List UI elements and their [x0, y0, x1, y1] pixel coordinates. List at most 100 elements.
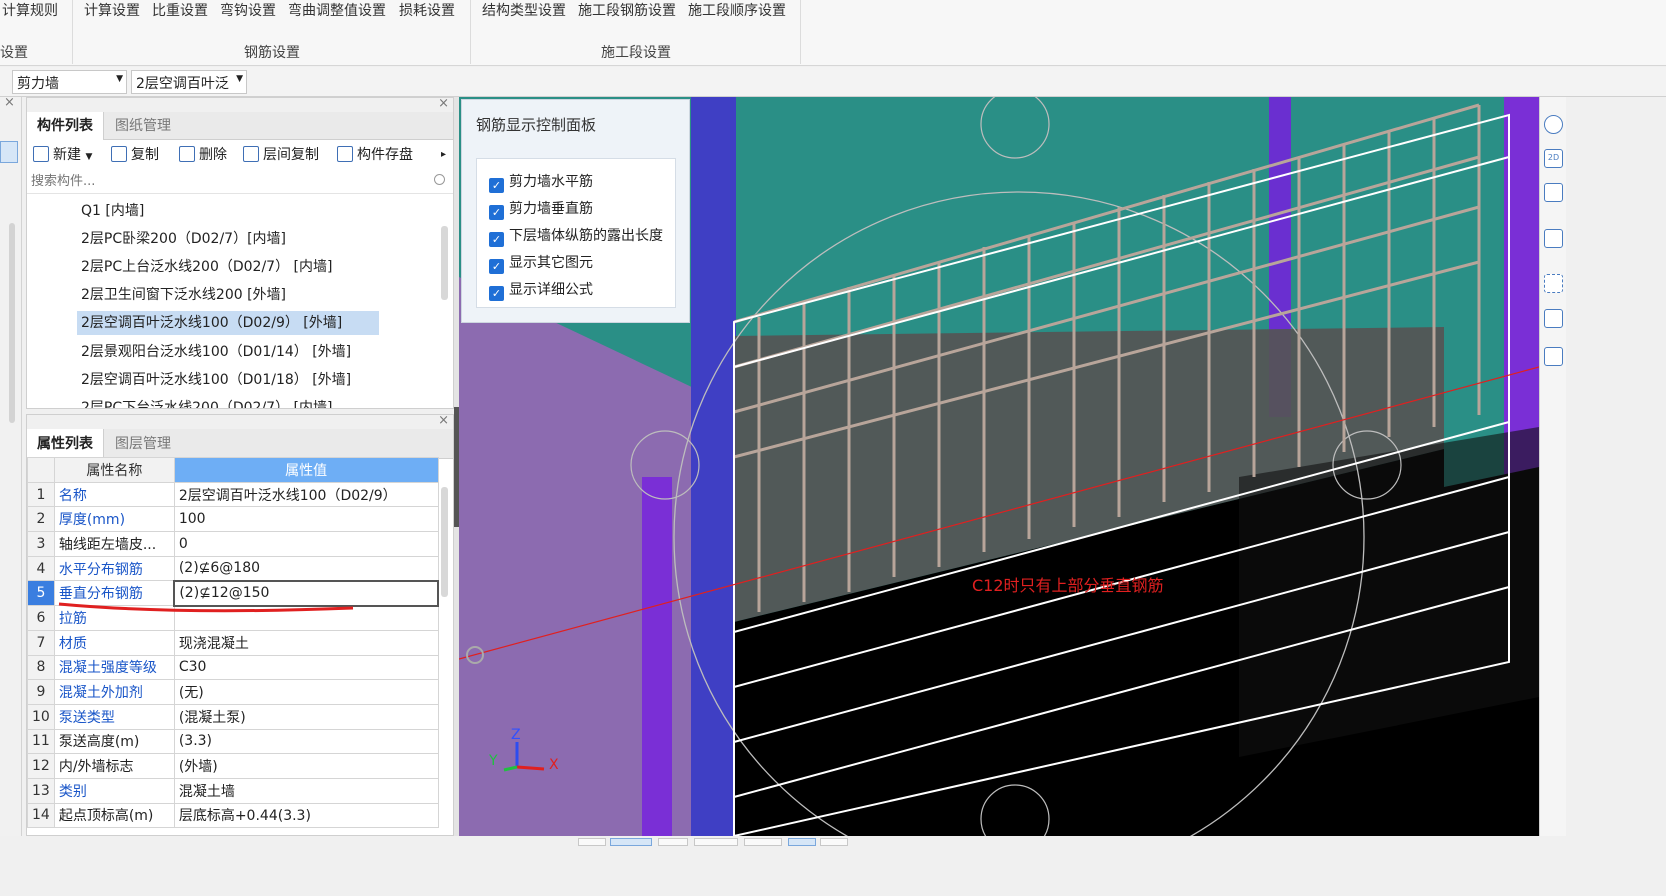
list-item[interactable]: 2层PC下台泛水线200（D02/7） [内墙]: [77, 396, 336, 408]
copy-button[interactable]: 复制: [111, 142, 159, 168]
property-value[interactable]: (2)⊈6@180: [173, 555, 439, 582]
row-number: 4: [27, 555, 55, 582]
property-value[interactable]: (无): [173, 679, 439, 705]
table-row[interactable]: 13 类别 混凝土墙: [27, 777, 439, 804]
property-value[interactable]: 混凝土墙: [173, 777, 439, 804]
property-name: 泵送类型: [53, 703, 175, 730]
close-icon[interactable]: ×: [438, 415, 449, 428]
table-row[interactable]: 1 名称 2层空调百叶泛水线100（D02/9）: [27, 481, 439, 508]
ribbon-calc-settings[interactable]: 计算设置: [84, 0, 140, 20]
property-value[interactable]: (混凝土泵): [173, 703, 439, 730]
checkbox-label: 下层墙体纵筋的露出长度: [509, 228, 663, 244]
copy-icon: [111, 146, 127, 162]
close-icon[interactable]: ×: [438, 98, 449, 111]
property-value[interactable]: (3.3): [173, 728, 439, 755]
copy-label: 复制: [131, 147, 159, 163]
table-header-row: 属性名称 属性值: [27, 457, 439, 483]
row-number: 6: [27, 605, 55, 631]
list-item[interactable]: 2层空调百叶泛水线100（D01/18） [外墙]: [77, 368, 355, 392]
table-row[interactable]: 8 混凝土强度等级 C30: [27, 654, 439, 681]
property-value[interactable]: 0: [173, 531, 439, 557]
status-button-active[interactable]: [788, 838, 816, 846]
property-panel: × 属性列表 图层管理 属性名称 属性值 1 名称 2层空调百叶泛水线100（D02…: [26, 414, 454, 836]
status-button[interactable]: [658, 838, 688, 846]
checkbox-label: 显示详细公式: [509, 282, 593, 298]
list-item[interactable]: 2层卫生间窗下泛水线200 [外墙]: [77, 283, 290, 307]
box-view-2-icon[interactable]: [1544, 229, 1563, 248]
property-name: 泵送高度(m): [53, 728, 175, 755]
nav-panel-icon[interactable]: [0, 141, 18, 163]
property-value[interactable]: 2层空调百叶泛水线100（D02/9）: [173, 481, 439, 508]
box-view-icon[interactable]: [1544, 183, 1563, 202]
scrollbar[interactable]: [9, 223, 15, 423]
group-label-section-settings: 施工段设置: [601, 45, 671, 61]
table-row[interactable]: 11 泵送高度(m) (3.3): [27, 728, 439, 755]
new-button[interactable]: 新建 ▼: [33, 142, 92, 168]
list-item[interactable]: Q1 [内墙]: [77, 199, 148, 223]
list-item[interactable]: 2层景观阳台泛水线100（D01/14） [外墙]: [77, 340, 355, 364]
search-input[interactable]: [27, 170, 417, 192]
checkbox-wall-vertical-rebar[interactable]: ✓ 剪力墙垂直筋: [489, 198, 593, 220]
3d-cube-icon[interactable]: [1544, 309, 1563, 328]
status-button[interactable]: [694, 838, 738, 846]
property-value[interactable]: 100: [173, 506, 439, 533]
ribbon-section-order-settings[interactable]: 施工段顺序设置: [688, 0, 786, 20]
ribbon-density-settings[interactable]: 比重设置: [152, 0, 208, 20]
checkbox-show-other-elements[interactable]: ✓ 显示其它图元: [489, 252, 593, 274]
z-axis-label: Z: [511, 727, 521, 743]
property-value[interactable]: 现浇混凝土: [173, 629, 439, 656]
property-value[interactable]: 层底标高+0.44(3.3): [173, 802, 439, 829]
property-value[interactable]: (外墙): [173, 753, 439, 779]
table-row[interactable]: 3 轴线距左墙皮... 0: [27, 531, 439, 557]
list-item-selected[interactable]: 2层空调百叶泛水线100（D02/9） [外墙]: [77, 311, 379, 335]
checkbox-wall-horizontal-rebar[interactable]: ✓ 剪力墙水平筋: [489, 171, 593, 193]
table-row[interactable]: 10 泵送类型 (混凝土泵): [27, 703, 439, 730]
table-row[interactable]: 7 材质 现浇混凝土: [27, 629, 439, 656]
list-item[interactable]: 2层PC上台泛水线200（D02/7） [内墙]: [77, 255, 336, 279]
2d-icon[interactable]: 2D: [1544, 149, 1563, 168]
save-component-button[interactable]: 构件存盘: [337, 142, 413, 168]
table-row[interactable]: 9 混凝土外加剂 (无): [27, 679, 439, 705]
ribbon-loss-settings[interactable]: 损耗设置: [399, 0, 455, 20]
ribbon-hook-settings[interactable]: 弯钩设置: [220, 0, 276, 20]
column-header-name: 属性名称: [53, 457, 175, 483]
table-row[interactable]: 12 内/外墙标志 (外墙): [27, 753, 439, 779]
rebar-display-control-panel: 钢筋显示控制面板 ✓ 剪力墙水平筋 ✓ 剪力墙垂直筋 ✓ 下层墙体纵筋的露出长度 ✓ 显…: [461, 99, 690, 323]
floor-copy-button[interactable]: 层间复制: [243, 142, 319, 168]
property-value[interactable]: C30: [173, 654, 439, 681]
column-header-value: 属性值: [173, 457, 439, 483]
status-button[interactable]: [744, 838, 782, 846]
table-row[interactable]: 14 起点顶标高(m) 层底标高+0.44(3.3): [27, 802, 439, 829]
ribbon-calc-rules[interactable]: 计算规则: [2, 0, 58, 20]
component-name-select[interactable]: 2层空调百叶泛 ▼: [131, 70, 247, 94]
status-button[interactable]: [820, 838, 848, 846]
row-number: 14: [27, 802, 55, 829]
tab-component-list[interactable]: 构件列表: [27, 112, 104, 140]
close-icon[interactable]: ×: [4, 95, 15, 110]
ribbon-section-rebar-settings[interactable]: 施工段钢筋设置: [578, 0, 676, 20]
list-settings-icon[interactable]: [1544, 347, 1563, 366]
list-item[interactable]: 2层PC卧梁200（D02/7）[内墙]: [77, 227, 290, 251]
table-row[interactable]: 4 水平分布钢筋 (2)⊈6@180: [27, 555, 439, 582]
component-type-select[interactable]: 剪力墙 ▼: [12, 70, 127, 94]
property-name: 厚度(mm): [53, 506, 175, 533]
ribbon-structure-type-settings[interactable]: 结构类型设置: [482, 0, 566, 20]
checkbox-lower-wall-exposed-length[interactable]: ✓ 下层墙体纵筋的露出长度: [489, 225, 663, 247]
checkbox-show-detailed-formula[interactable]: ✓ 显示详细公式: [489, 279, 593, 301]
search-box[interactable]: [27, 170, 453, 194]
component-list: Q1 [内墙] 2层PC卧梁200（D02/7）[内墙] 2层PC上台泛水线20…: [27, 198, 453, 408]
fullscreen-icon[interactable]: [1544, 274, 1563, 293]
table-row[interactable]: 2 厚度(mm) 100: [27, 506, 439, 533]
status-button-active[interactable]: [610, 838, 652, 846]
checkbox-label: 剪力墙水平筋: [509, 174, 593, 190]
ribbon-bend-adjust-settings[interactable]: 弯曲调整值设置: [288, 0, 386, 20]
scrollbar[interactable]: [441, 226, 448, 300]
tab-drawing-management[interactable]: 图纸管理: [105, 112, 181, 140]
more-icon[interactable]: ▸: [441, 142, 446, 168]
delete-button[interactable]: 删除: [179, 142, 227, 168]
status-button[interactable]: [578, 838, 606, 846]
search-icon[interactable]: [434, 174, 445, 185]
left-side-strip: ×: [0, 95, 22, 836]
orbit-icon[interactable]: [1544, 115, 1563, 134]
scrollbar[interactable]: [441, 487, 448, 597]
